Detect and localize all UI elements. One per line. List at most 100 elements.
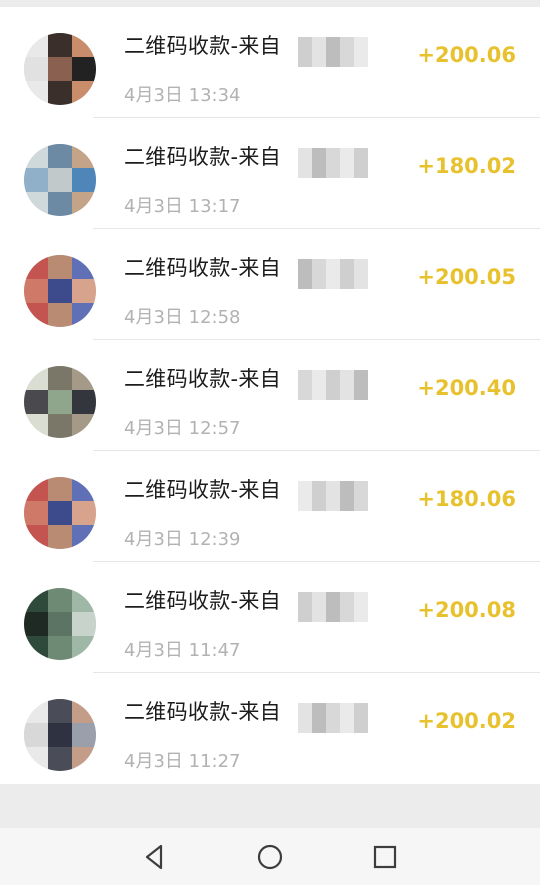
transaction-amount: +200.05 xyxy=(417,265,516,289)
transaction-time: 4月3日 11:47 xyxy=(124,640,241,661)
transaction-time: 4月3日 12:39 xyxy=(124,529,241,550)
avatar-mosaic-tile xyxy=(72,255,96,279)
avatar-mosaic-tile xyxy=(72,699,96,723)
transaction-row[interactable]: 二维码收款-来自 4月3日 12:57 +200.40 xyxy=(0,340,540,451)
payer-name-blur xyxy=(298,370,368,400)
avatar-mosaic-tile xyxy=(72,723,96,747)
transaction-amount: +200.40 xyxy=(417,376,516,400)
avatar[interactable] xyxy=(24,699,96,771)
avatar-mosaic-tile xyxy=(48,192,72,216)
avatar-mosaic-tile xyxy=(72,57,96,81)
transaction-row[interactable]: 二维码收款-来自 4月3日 11:27 +200.02 xyxy=(0,673,540,784)
avatar-mosaic-tile xyxy=(72,747,96,771)
avatar-mosaic-tile xyxy=(72,636,96,660)
transaction-row[interactable]: 二维码收款-来自 4月3日 12:39 +180.06 xyxy=(0,451,540,562)
status-strip xyxy=(0,0,540,7)
avatar-mosaic-tile xyxy=(48,699,72,723)
avatar-mosaic-tile xyxy=(24,303,48,327)
avatar-mosaic-tile xyxy=(72,81,96,105)
transaction-amount: +200.08 xyxy=(417,598,516,622)
avatar-mosaic-tile xyxy=(48,501,72,525)
avatar-mosaic-tile xyxy=(48,636,72,660)
transaction-list: 二维码收款-来自 4月3日 13:34 +200.06 二维码收款-来自 4月3日 13… xyxy=(0,7,540,784)
transaction-time: 4月3日 13:34 xyxy=(124,85,241,106)
transaction-title: 二维码收款-来自 xyxy=(124,367,281,391)
avatar-mosaic-tile xyxy=(24,588,48,612)
avatar[interactable] xyxy=(24,366,96,438)
home-circle-icon[interactable] xyxy=(254,841,286,873)
transaction-amount: +180.02 xyxy=(417,154,516,178)
transaction-amount: +180.06 xyxy=(417,487,516,511)
transaction-amount: +200.02 xyxy=(417,709,516,733)
avatar[interactable] xyxy=(24,33,96,105)
avatar-mosaic-tile xyxy=(72,279,96,303)
avatar-mosaic-tile xyxy=(72,612,96,636)
android-navigation-bar xyxy=(0,828,540,885)
avatar-mosaic-tile xyxy=(72,366,96,390)
avatar-mosaic-tile xyxy=(72,390,96,414)
avatar-mosaic-tile xyxy=(24,192,48,216)
avatar-mosaic-tile xyxy=(48,747,72,771)
transaction-title: 二维码收款-来自 xyxy=(124,256,281,280)
avatar[interactable] xyxy=(24,588,96,660)
transaction-time: 4月3日 12:58 xyxy=(124,307,241,328)
recents-square-icon[interactable] xyxy=(369,841,401,873)
avatar[interactable] xyxy=(24,255,96,327)
transaction-time: 4月3日 11:27 xyxy=(124,751,241,772)
avatar[interactable] xyxy=(24,477,96,549)
avatar-mosaic-tile xyxy=(48,81,72,105)
payer-name-blur xyxy=(298,481,368,511)
avatar-mosaic-tile xyxy=(48,144,72,168)
avatar-mosaic-tile xyxy=(24,699,48,723)
avatar-mosaic-tile xyxy=(48,477,72,501)
transaction-title: 二维码收款-来自 xyxy=(124,34,281,58)
avatar-mosaic-tile xyxy=(24,636,48,660)
avatar-mosaic-tile xyxy=(48,723,72,747)
transaction-row[interactable]: 二维码收款-来自 4月3日 13:34 +200.06 xyxy=(0,7,540,118)
avatar-mosaic-tile xyxy=(48,588,72,612)
avatar-mosaic-tile xyxy=(72,501,96,525)
avatar-mosaic-tile xyxy=(48,33,72,57)
avatar-mosaic-tile xyxy=(72,192,96,216)
avatar-mosaic-tile xyxy=(48,612,72,636)
avatar-mosaic-tile xyxy=(72,168,96,192)
avatar-mosaic-tile xyxy=(48,255,72,279)
avatar-mosaic-tile xyxy=(72,303,96,327)
payer-name-blur xyxy=(298,592,368,622)
transaction-row[interactable]: 二维码收款-来自 4月3日 13:17 +180.02 xyxy=(0,118,540,229)
avatar-mosaic-tile xyxy=(72,588,96,612)
avatar-mosaic-tile xyxy=(72,144,96,168)
avatar-mosaic-tile xyxy=(24,477,48,501)
transaction-row[interactable]: 二维码收款-来自 4月3日 11:47 +200.08 xyxy=(0,562,540,673)
payer-name-blur xyxy=(298,703,368,733)
avatar-mosaic-tile xyxy=(48,303,72,327)
avatar[interactable] xyxy=(24,144,96,216)
back-triangle-icon[interactable] xyxy=(139,841,171,873)
avatar-mosaic-tile xyxy=(24,33,48,57)
avatar-mosaic-tile xyxy=(24,255,48,279)
transaction-row[interactable]: 二维码收款-来自 4月3日 12:58 +200.05 xyxy=(0,229,540,340)
avatar-mosaic-tile xyxy=(48,390,72,414)
transaction-amount: +200.06 xyxy=(417,43,516,67)
avatar-mosaic-tile xyxy=(48,279,72,303)
transaction-time: 4月3日 13:17 xyxy=(124,196,241,217)
avatar-mosaic-tile xyxy=(24,390,48,414)
avatar-mosaic-tile xyxy=(48,525,72,549)
transaction-title: 二维码收款-来自 xyxy=(124,478,281,502)
transaction-title: 二维码收款-来自 xyxy=(124,589,281,613)
avatar-mosaic-tile xyxy=(24,279,48,303)
avatar-mosaic-tile xyxy=(48,414,72,438)
avatar-mosaic-tile xyxy=(24,81,48,105)
transaction-title: 二维码收款-来自 xyxy=(124,145,281,169)
avatar-mosaic-tile xyxy=(24,747,48,771)
transaction-time: 4月3日 12:57 xyxy=(124,418,241,439)
avatar-mosaic-tile xyxy=(48,168,72,192)
avatar-mosaic-tile xyxy=(48,366,72,390)
avatar-mosaic-tile xyxy=(24,57,48,81)
avatar-mosaic-tile xyxy=(24,366,48,390)
payer-name-blur xyxy=(298,259,368,289)
avatar-mosaic-tile xyxy=(24,144,48,168)
avatar-mosaic-tile xyxy=(72,477,96,501)
avatar-mosaic-tile xyxy=(24,612,48,636)
avatar-mosaic-tile xyxy=(24,501,48,525)
